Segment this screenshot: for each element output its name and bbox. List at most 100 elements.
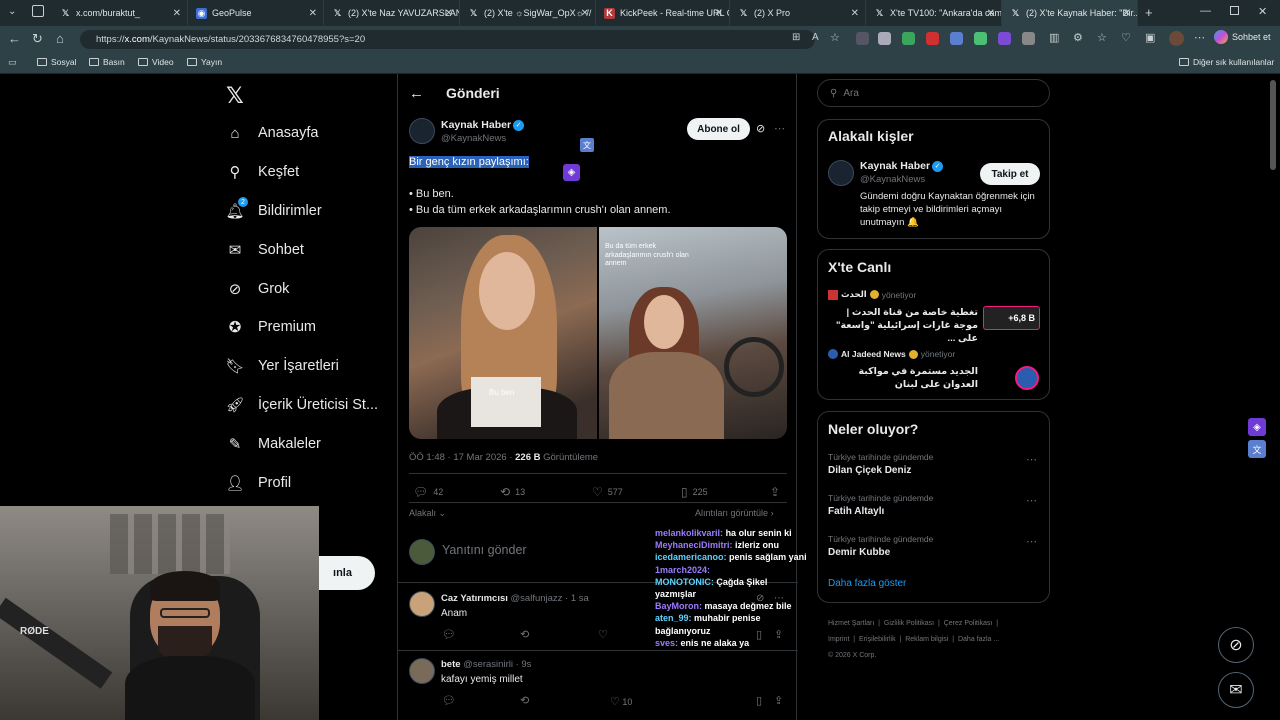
more-options-icon[interactable]: ⋯ bbox=[774, 122, 785, 135]
share-icon[interactable]: ⇪ bbox=[774, 694, 783, 707]
extension-icon[interactable] bbox=[902, 32, 915, 45]
heart-icon[interactable]: ♡ bbox=[598, 628, 608, 641]
footer-link[interactable]: Imprint bbox=[828, 636, 849, 643]
tab-4[interactable]: K KickPeek - Real-time URL C... ✕ bbox=[596, 0, 730, 26]
like-button[interactable]: ♡ 577 bbox=[592, 485, 623, 499]
related-handle[interactable]: @KaynakNews bbox=[860, 174, 925, 185]
footer-link[interactable]: Gizlilik Politikası bbox=[884, 620, 934, 627]
close-icon[interactable]: ✕ bbox=[309, 8, 317, 19]
translate-sidebar-button[interactable]: 文 bbox=[1248, 440, 1266, 458]
reply-icon[interactable]: 💬︎ bbox=[442, 628, 456, 641]
extension-sidebar-button[interactable]: ◈ bbox=[1248, 418, 1266, 436]
author-avatar[interactable] bbox=[409, 118, 435, 144]
live-title[interactable]: الجديد مستمرة في مواكبة العدوان على لبنا… bbox=[828, 365, 978, 391]
reply-avatar[interactable] bbox=[409, 658, 435, 684]
sidebar-item-bookmarks[interactable]: 🔖︎ Yer İşaretleri bbox=[225, 357, 338, 375]
extension-popup-icon[interactable]: ◈ bbox=[563, 164, 580, 181]
maximize-icon[interactable] bbox=[1230, 6, 1239, 15]
close-icon[interactable]: ✕ bbox=[581, 8, 589, 19]
extension-icon[interactable] bbox=[878, 32, 891, 45]
live-count-badge[interactable]: +6,8 B bbox=[983, 306, 1040, 330]
new-tab-icon[interactable]: + bbox=[1145, 5, 1153, 20]
close-icon[interactable]: ✕ bbox=[715, 8, 723, 19]
more-options-icon[interactable]: ⋯ bbox=[1026, 453, 1037, 466]
sidebar-item-articles[interactable]: ✎ Makaleler bbox=[226, 435, 321, 453]
extension-icon[interactable] bbox=[856, 32, 869, 45]
extension-icon[interactable] bbox=[998, 32, 1011, 45]
footer-link[interactable]: Erişilebilirlik bbox=[859, 636, 896, 643]
tab-3[interactable]: 𝕏 (2) X'te ☼SigWar_OpX☼ //✕ bbox=[460, 0, 596, 26]
follow-button[interactable]: Abone ol bbox=[687, 118, 750, 140]
retweet-icon[interactable]: ⟲ bbox=[520, 628, 529, 641]
extensions-icon[interactable]: ⚙ bbox=[1073, 31, 1083, 44]
view-quotes-link[interactable]: Alıntıları görüntüle › bbox=[695, 508, 774, 518]
close-icon[interactable]: ✕ bbox=[987, 8, 995, 19]
live-avatar[interactable] bbox=[1015, 366, 1039, 390]
window-close-icon[interactable]: ✕ bbox=[1258, 5, 1267, 18]
favorite-star-icon[interactable]: ☆ bbox=[830, 31, 840, 44]
live-title[interactable]: تغطية خاصة من قناة الحدث | موجة غارات إس… bbox=[828, 306, 978, 345]
show-more-link[interactable]: Daha fazla göster bbox=[828, 578, 906, 589]
sidebar-item-notifications[interactable]: 🔔︎ 2 Bildirimler bbox=[225, 197, 322, 220]
footer-link[interactable]: Reklam bilgisi bbox=[905, 636, 948, 643]
related-avatar[interactable] bbox=[828, 160, 854, 186]
bookmark-button[interactable]: ▯ 225 bbox=[681, 485, 708, 499]
extension-icon[interactable] bbox=[926, 32, 939, 45]
minimize-icon[interactable]: — bbox=[1200, 5, 1211, 17]
author-name[interactable]: Kaynak Haber ✓ bbox=[441, 119, 525, 131]
footer-link[interactable]: Çerez Politikası bbox=[944, 620, 993, 627]
sort-dropdown[interactable]: Alakalı ⌄ bbox=[409, 508, 446, 519]
close-icon[interactable]: ✕ bbox=[1123, 8, 1131, 19]
tweet-image[interactable]: Bu ben bbox=[409, 227, 597, 439]
sidebar-item-grok[interactable]: ⊘ Grok bbox=[226, 280, 290, 298]
sidebar-item-explore[interactable]: ⚲ Keşfet bbox=[226, 163, 300, 181]
split-screen-icon[interactable]: ▥ bbox=[1049, 31, 1059, 44]
retweet-button[interactable]: ⟲ 13 bbox=[500, 485, 525, 499]
favorites-icon[interactable]: ☆ bbox=[1097, 31, 1107, 44]
tab-7[interactable]: 𝕏 (2) X'te Kaynak Haber: "Bir... ✕ bbox=[1002, 0, 1138, 26]
bookmark-folder[interactable]: Sosyal bbox=[37, 57, 77, 67]
like-button[interactable]: ♡ 10 bbox=[610, 695, 632, 708]
more-options-icon[interactable]: ⋯ bbox=[1026, 535, 1037, 548]
extension-icon[interactable] bbox=[1022, 32, 1035, 45]
bookmark-folder[interactable]: Basın bbox=[89, 57, 125, 67]
sidebar-item-creator-studio[interactable]: 🚀︎ İçerik Üreticisi St... bbox=[225, 396, 378, 414]
more-menu-icon[interactable]: ⋯ bbox=[1194, 31, 1205, 44]
tab-1[interactable]: ◉ GeoPulse ✕ bbox=[188, 0, 324, 26]
more-options-icon[interactable]: ⋯ bbox=[1026, 494, 1037, 507]
extension-icon[interactable] bbox=[974, 32, 987, 45]
footer-link[interactable]: Daha fazla ... bbox=[958, 636, 999, 643]
trend-item[interactable]: Türkiye tarihinde gündemde Demir Kubbe bbox=[828, 534, 1038, 558]
back-arrow-icon[interactable]: ← bbox=[409, 85, 424, 102]
retweet-icon[interactable]: ⟲ bbox=[520, 694, 529, 707]
sidebar-item-messages[interactable]: ✉ Sohbet bbox=[226, 241, 304, 259]
url-bar[interactable]: https://x.com/KaynakNews/status/20336768… bbox=[80, 30, 815, 49]
author-handle[interactable]: @KaynakNews bbox=[441, 133, 506, 144]
copilot-chat-button[interactable]: Sohbet et bbox=[1214, 30, 1271, 44]
close-icon[interactable]: ✕ bbox=[851, 8, 859, 19]
search-input[interactable]: ⚲ Ara bbox=[817, 79, 1050, 107]
live-host[interactable]: الحدث yönetiyor bbox=[828, 289, 916, 300]
tab-5[interactable]: 𝕏 (2) X Pro ✕ bbox=[730, 0, 866, 26]
back-icon[interactable]: ← bbox=[8, 31, 21, 46]
share-button[interactable]: ⇪ bbox=[770, 485, 780, 499]
workspaces-icon[interactable] bbox=[32, 5, 44, 17]
grok-analyze-icon[interactable]: ⊘ bbox=[756, 122, 765, 135]
related-name[interactable]: Kaynak Haber ✓ bbox=[860, 160, 944, 172]
profile-avatar[interactable] bbox=[1169, 31, 1184, 46]
tab-menu-icon[interactable]: ⌄ bbox=[8, 6, 16, 17]
other-bookmarks[interactable]: Diğer sık kullanılanlar bbox=[1179, 57, 1274, 67]
trend-item[interactable]: Türkiye tarihinde gündemde Fatih Altaylı bbox=[828, 493, 1038, 517]
tab-6[interactable]: 𝕏 X'te TV100: "Ankara'da cam... ✕ bbox=[866, 0, 1002, 26]
read-aloud-icon[interactable]: A bbox=[812, 32, 819, 43]
live-host[interactable]: Al Jadeed News yönetiyor bbox=[828, 349, 955, 359]
follow-button[interactable]: Takip et bbox=[980, 163, 1040, 185]
close-icon[interactable]: ✕ bbox=[445, 8, 453, 19]
scrollbar-thumb[interactable] bbox=[1270, 80, 1276, 170]
reading-list-icon[interactable]: ▭ bbox=[8, 57, 17, 68]
reply-avatar[interactable] bbox=[409, 591, 435, 617]
x-logo-icon[interactable]: 𝕏 bbox=[226, 83, 244, 109]
tab-2[interactable]: 𝕏 (2) X'te Naz YAVUZARSLAN... ✕ bbox=[324, 0, 460, 26]
messages-fab[interactable]: ✉ bbox=[1218, 672, 1254, 708]
tab-0[interactable]: 𝕏x.com/buraktut_ ✕ bbox=[52, 0, 188, 26]
